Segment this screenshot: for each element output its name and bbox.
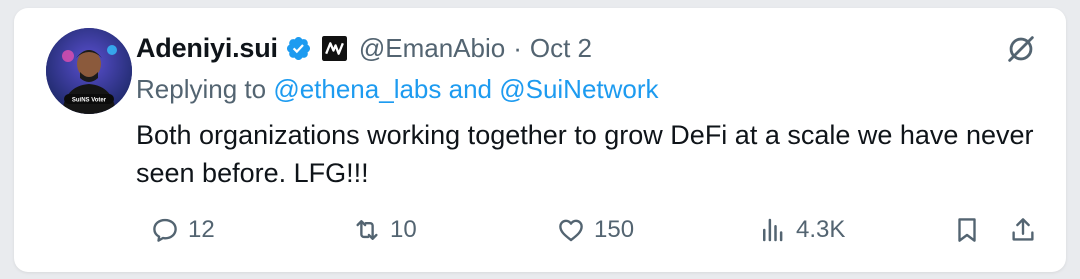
like-count: 150 bbox=[594, 216, 635, 243]
action-bar: 12 10 150 4.3K bbox=[136, 210, 1046, 250]
avatar-badge-text: SuiNS Voter bbox=[72, 98, 107, 104]
share-icon bbox=[1012, 218, 1034, 241]
reply-mentions-link[interactable]: @ethena_labs and @SuiNetwork bbox=[273, 74, 658, 104]
reply-icon bbox=[153, 218, 177, 242]
repost-count: 10 bbox=[390, 216, 417, 243]
views-count: 4.3K bbox=[796, 216, 846, 243]
display-name[interactable]: Adeniyi.sui bbox=[136, 33, 278, 64]
grok-icon[interactable] bbox=[1004, 32, 1038, 66]
like-button[interactable]: 150 bbox=[556, 210, 634, 250]
affiliate-logo-icon[interactable] bbox=[321, 35, 347, 61]
tweet-card[interactable]: SuiNS Voter Adeniyi.sui @EmanAbio · Oct … bbox=[14, 8, 1066, 272]
reply-count: 12 bbox=[188, 216, 215, 243]
views-chart-icon bbox=[763, 218, 783, 242]
replying-to-label: Replying to bbox=[136, 74, 267, 104]
share-button[interactable] bbox=[1008, 210, 1038, 250]
bookmark-icon bbox=[958, 218, 976, 242]
heart-icon bbox=[559, 219, 583, 242]
repost-icon bbox=[356, 220, 378, 240]
bookmark-button[interactable] bbox=[952, 210, 982, 250]
repost-button[interactable]: 10 bbox=[352, 210, 417, 250]
verified-badge-icon[interactable] bbox=[285, 35, 312, 62]
separator-dot: · bbox=[513, 32, 522, 63]
replying-to: Replying to @ethena_labs and @SuiNetwork bbox=[136, 74, 659, 105]
tweet-text: Both organizations working together to g… bbox=[136, 120, 1034, 188]
tweet-header: Adeniyi.sui @EmanAbio · Oct 2 bbox=[136, 32, 592, 64]
avatar-image: SuiNS Voter bbox=[46, 28, 132, 114]
user-handle[interactable]: @EmanAbio bbox=[359, 33, 505, 64]
views-button[interactable]: 4.3K bbox=[758, 210, 845, 250]
avatar[interactable]: SuiNS Voter bbox=[46, 28, 132, 114]
tweet-date[interactable]: Oct 2 bbox=[530, 33, 592, 64]
reply-button[interactable]: 12 bbox=[150, 210, 215, 250]
